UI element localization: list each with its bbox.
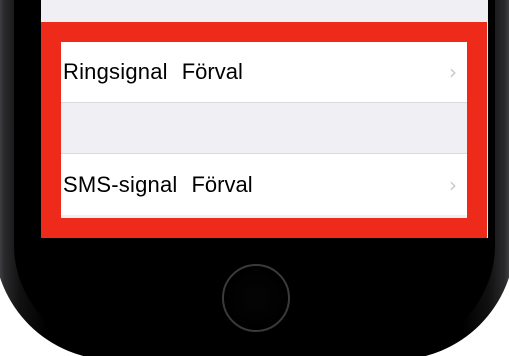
sms-tone-row[interactable]: SMS-signal Förval ›	[61, 154, 467, 215]
home-button[interactable]	[222, 264, 290, 332]
phone-screenshot: Ringsignal Förval › SMS-signal Förval ›	[0, 0, 509, 356]
ringtone-value: Förval	[181, 58, 243, 84]
settings-screen: Ringsignal Förval › SMS-signal Förval ›	[41, 0, 488, 238]
ringtone-label: Ringsignal	[63, 58, 168, 84]
sms-tone-value: Förval	[191, 171, 253, 197]
ringtone-row[interactable]: Ringsignal Förval ›	[61, 41, 467, 102]
section-separator	[61, 102, 467, 154]
sms-tone-label: SMS-signal	[63, 171, 178, 197]
chevron-right-icon: ›	[449, 172, 457, 197]
chevron-right-icon: ›	[449, 59, 457, 84]
screen-top-strip	[41, 0, 488, 14]
